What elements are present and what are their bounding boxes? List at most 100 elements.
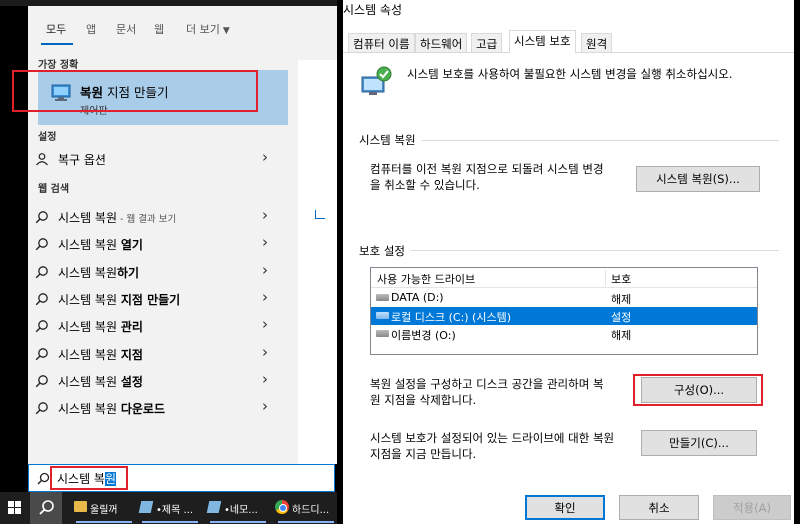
tab-computer-name[interactable]: 컴퓨터 이름 bbox=[348, 33, 415, 53]
tab-documents[interactable]: 문서 bbox=[116, 21, 136, 37]
web-search-item-label: 시스템 복원 지점 만들기 bbox=[58, 293, 181, 307]
best-match-highlight-box bbox=[12, 70, 258, 112]
web-search-item[interactable]: 시스템 복원 지점 › bbox=[28, 341, 286, 367]
taskbar-search-button[interactable] bbox=[30, 492, 62, 524]
web-search-item-label: 시스템 복원 다운로드 bbox=[58, 402, 166, 416]
apply-button[interactable]: 적용(A) bbox=[713, 495, 791, 520]
tab-remote[interactable]: 원격 bbox=[581, 33, 613, 53]
create-button[interactable]: 만들기(C)... bbox=[641, 430, 757, 456]
running-indicator bbox=[210, 521, 266, 523]
taskbar: 울릴꺼 •제목 ... •네모... 하드디... bbox=[0, 492, 337, 524]
web-search-item[interactable]: 시스템 복원 다운로드 › bbox=[28, 395, 286, 421]
open-icon[interactable] bbox=[315, 210, 325, 219]
drive-row-system[interactable]: 로컬 디스크 (C:) (시스템) 설정 bbox=[371, 307, 757, 325]
web-search-item-label: 시스템 복원하기 bbox=[58, 266, 140, 280]
search-icon bbox=[39, 500, 54, 515]
web-search-item[interactable]: 시스템 복원 설정 › bbox=[28, 368, 286, 394]
system-protection-page: 시스템 보호를 사용하여 불필요한 시스템 변경을 실행 취소하십시오. 시스템… bbox=[343, 53, 794, 493]
tab-web[interactable]: 웹 bbox=[154, 21, 164, 37]
drive-protection-status: 설정 bbox=[611, 311, 632, 324]
web-search-item-label: 시스템 복원 관리 bbox=[58, 320, 143, 334]
drive-name: 이름변경 (O:) bbox=[391, 329, 456, 342]
chevron-right-icon: › bbox=[262, 206, 268, 224]
web-search-label: 웹 검색 bbox=[38, 184, 70, 195]
chevron-right-icon: › bbox=[262, 261, 268, 279]
settings-item-label: 복구 옵션 bbox=[58, 153, 106, 167]
search-icon bbox=[35, 211, 48, 224]
drive-name: 로컬 디스크 (C:) (시스템) bbox=[391, 311, 512, 324]
drive-icon bbox=[376, 294, 389, 301]
tab-more-label: 더 보기 bbox=[186, 23, 220, 36]
search-icon bbox=[35, 266, 48, 279]
search-filter-tabs: 모두 앱 문서 웹 더 보기 ▼ bbox=[28, 6, 337, 46]
start-button[interactable] bbox=[0, 492, 30, 524]
web-search-item[interactable]: 시스템 복원하기 › bbox=[28, 259, 286, 285]
web-search-item[interactable]: 시스템 복원 지점 만들기 › bbox=[28, 286, 286, 312]
web-search-item[interactable]: 시스템 복원 열기 › bbox=[28, 231, 286, 257]
ok-button[interactable]: 확인 bbox=[525, 495, 605, 520]
search-icon bbox=[35, 238, 48, 251]
taskbar-item-chrome[interactable]: 하드디... bbox=[272, 492, 340, 524]
chevron-right-icon: › bbox=[262, 343, 268, 361]
system-properties-dialog: 시스템 속성 컴퓨터 이름 하드웨어 고급 시스템 보호 원격 시스템 보호를 … bbox=[343, 0, 794, 524]
column-separator bbox=[605, 270, 606, 286]
settings-label: 설정 bbox=[38, 132, 57, 143]
configure-text: 복원 설정을 구성하고 디스크 공간을 관리하며 복원 지점을 삭제합니다. bbox=[370, 377, 604, 407]
chevron-right-icon: › bbox=[262, 148, 268, 166]
search-icon bbox=[37, 472, 50, 485]
taskbar-item-label: 하드디... bbox=[292, 505, 330, 516]
system-restore-button[interactable]: 시스템 복원(S)... bbox=[636, 166, 760, 192]
chevron-right-icon: › bbox=[262, 397, 268, 415]
group-divider bbox=[359, 250, 779, 251]
web-search-item[interactable]: 시스템 복원 관리 › bbox=[28, 313, 286, 339]
taskbar-item-label: •네모... bbox=[224, 505, 258, 516]
configure-highlight-box bbox=[633, 374, 763, 406]
drive-protection-status: 해제 bbox=[611, 293, 632, 306]
active-tab-underline bbox=[41, 43, 73, 45]
drive-row-data[interactable]: DATA (D:) 해제 bbox=[371, 289, 757, 307]
drive-protection-status: 해제 bbox=[611, 329, 632, 342]
protection-description: 시스템 보호를 사용하여 불필요한 시스템 변경을 실행 취소하십시오. bbox=[407, 67, 733, 81]
search-icon bbox=[35, 375, 48, 388]
running-indicator bbox=[278, 521, 334, 523]
protection-settings-group-label: 보호 설정 bbox=[359, 243, 411, 259]
column-header-protection[interactable]: 보호 bbox=[611, 271, 631, 287]
drive-list[interactable]: 사용 가능한 드라이브 보호 DATA (D:) 해제 로컬 디스크 (C:) … bbox=[370, 267, 758, 355]
web-search-item[interactable]: 시스템 복원 - 웹 결과 보기 › bbox=[28, 204, 286, 230]
preview-pane bbox=[298, 60, 337, 464]
tab-more[interactable]: 더 보기 ▼ bbox=[186, 21, 230, 37]
tab-all[interactable]: 모두 bbox=[46, 21, 66, 37]
system-restore-text: 컴퓨터를 이전 복원 지점으로 되돌려 시스템 변경을 취소할 수 있습니다. bbox=[370, 162, 604, 192]
settings-item-recovery[interactable]: 복구 옵션 › bbox=[28, 146, 286, 172]
chevron-right-icon: › bbox=[262, 370, 268, 388]
drive-row-renamed[interactable]: 이름변경 (O:) 해제 bbox=[371, 325, 757, 343]
web-search-item-label: 시스템 복원 - 웹 결과 보기 bbox=[58, 211, 177, 225]
search-query-highlight-box bbox=[50, 466, 128, 490]
taskbar-item-folder[interactable]: 울릴꺼 bbox=[70, 492, 138, 524]
system-restore-group-label: 시스템 복원 bbox=[359, 132, 422, 148]
chrome-icon bbox=[275, 500, 289, 514]
dialog-title: 시스템 속성 bbox=[343, 3, 403, 17]
group-divider bbox=[359, 140, 779, 141]
folder-icon bbox=[74, 501, 87, 512]
tab-system-protection[interactable]: 시스템 보호 bbox=[509, 30, 576, 53]
user-settings-icon bbox=[36, 153, 48, 166]
taskbar-item-app-2[interactable]: •네모... bbox=[204, 492, 272, 524]
tab-hardware[interactable]: 하드웨어 bbox=[415, 33, 468, 53]
chevron-right-icon: › bbox=[262, 315, 268, 333]
search-icon bbox=[35, 320, 48, 333]
running-indicator bbox=[76, 521, 132, 523]
running-indicator bbox=[142, 521, 198, 523]
column-header-drive[interactable]: 사용 가능한 드라이브 bbox=[377, 271, 475, 287]
taskbar-item-label: •제목 ... bbox=[156, 505, 194, 516]
windows-drive-icon bbox=[376, 312, 389, 319]
tab-apps[interactable]: 앱 bbox=[86, 21, 96, 37]
system-protection-icon bbox=[361, 66, 392, 95]
taskbar-item-app-1[interactable]: •제목 ... bbox=[136, 492, 204, 524]
tab-advanced[interactable]: 고급 bbox=[471, 33, 503, 53]
drive-name: DATA (D:) bbox=[391, 291, 444, 304]
cancel-button[interactable]: 취소 bbox=[619, 495, 699, 520]
app-icon bbox=[206, 501, 222, 513]
search-icon bbox=[35, 348, 48, 361]
web-search-item-label: 시스템 복원 설정 bbox=[58, 375, 143, 389]
